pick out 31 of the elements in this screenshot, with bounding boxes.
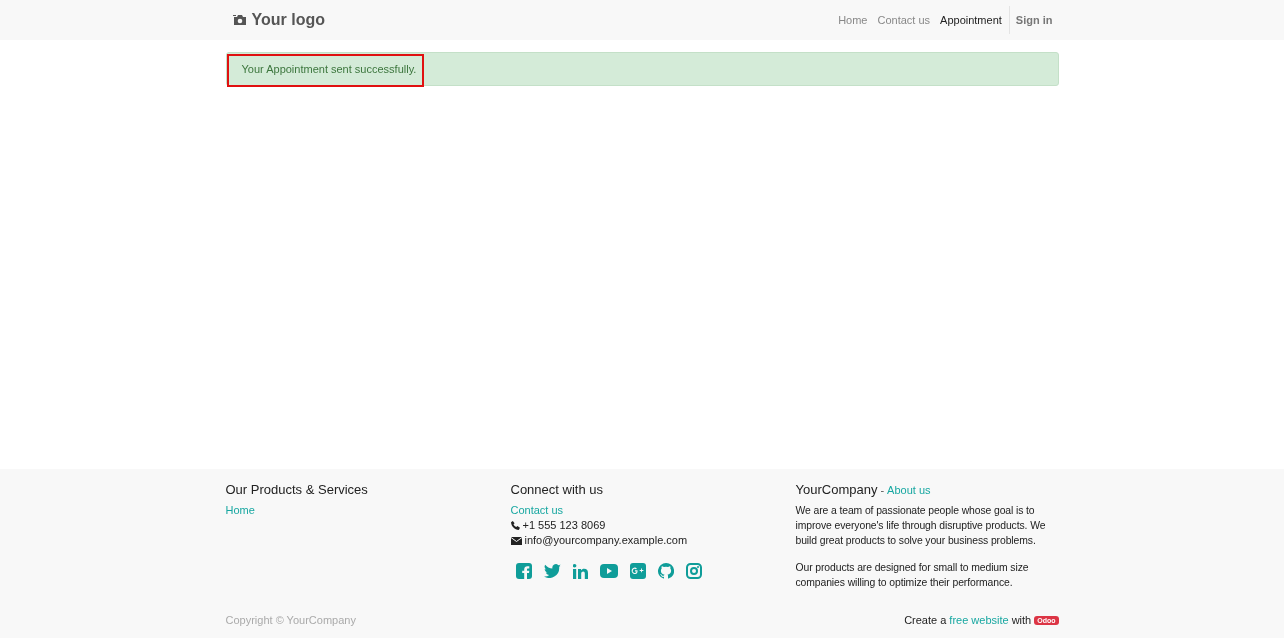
google-plus-icon[interactable] [629, 563, 646, 579]
nav-link[interactable]: Appointment [935, 6, 1007, 34]
alert-message: Your Appointment sent successfully. [241, 63, 417, 75]
credit-text: Create a [904, 614, 947, 626]
envelope-icon [510, 536, 522, 545]
free-website-link[interactable]: free website [949, 614, 1009, 626]
logo-text[interactable]: Your logo [251, 11, 325, 29]
column-title: YourCompany [795, 482, 878, 497]
footer-link[interactable]: Contact us [510, 503, 796, 518]
paragraph: Our products are designed for small to medium size companies willing to optimize their performance. [795, 561, 1030, 590]
camera-icon [232, 14, 247, 26]
nav-link[interactable]: Contact us [872, 6, 936, 34]
credit-text: with [1011, 614, 1032, 626]
column-title: Our Products & Services [225, 482, 369, 497]
footer-link[interactable]: Home [225, 503, 511, 518]
email-address: info@yourcompany.example.com [524, 533, 688, 548]
copyright-text: Copyright © YourCompany [225, 614, 356, 626]
phone-number: +1 555 123 8069 [522, 518, 606, 533]
bird-icon[interactable] [543, 564, 561, 578]
play-icon[interactable] [599, 564, 618, 578]
facebook-icon[interactable] [515, 563, 532, 579]
about-link[interactable]: About us [887, 484, 931, 496]
nav-link[interactable]: Home [833, 6, 873, 34]
column-title: Connect with us [510, 482, 604, 497]
paragraph: We are a team of passionate people whose goal is to improve everyone's life through disruptive products. We build great products to solve your business problems. [795, 504, 1047, 548]
linkedin-icon[interactable] [572, 563, 588, 579]
github-icon[interactable] [657, 563, 674, 579]
phone-icon [510, 521, 520, 530]
camera-outline-icon[interactable] [685, 563, 702, 579]
sign-in-link[interactable]: Sign in [1008, 6, 1059, 34]
separator: - [880, 484, 885, 496]
